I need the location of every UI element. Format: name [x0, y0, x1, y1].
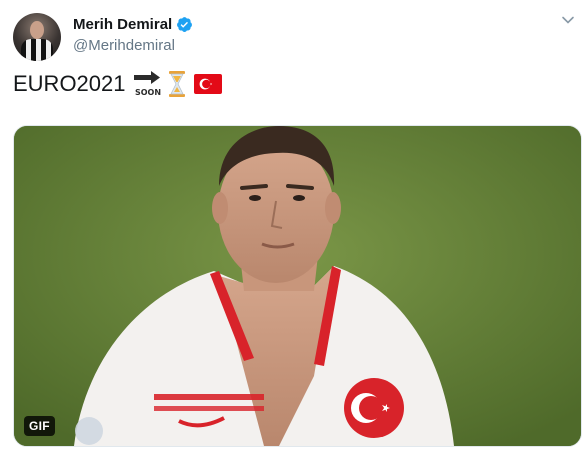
tweet-text: EURO2021 SOON	[13, 70, 222, 98]
verified-badge-icon	[177, 17, 193, 32]
chevron-down-icon[interactable]	[560, 12, 576, 28]
turkey-flag-emoji	[193, 74, 222, 94]
author-name-row: Merih Demiral	[73, 16, 193, 33]
gif-badge: GIF	[24, 416, 55, 436]
gif-player-image	[14, 126, 581, 446]
author-avatar[interactable]	[13, 13, 61, 61]
soon-arrow-emoji: SOON	[132, 70, 164, 98]
tweet: Merih Demiral @Merihdemiral EURO2021 SOO…	[0, 0, 587, 458]
hourglass-emoji	[168, 71, 185, 97]
author-handle[interactable]: @Merihdemiral	[73, 37, 175, 54]
soon-label: SOON	[134, 88, 160, 97]
author-name[interactable]: Merih Demiral	[73, 16, 172, 33]
tweet-text-body: EURO2021	[13, 71, 126, 96]
gif-media[interactable]: GIF	[13, 125, 582, 447]
